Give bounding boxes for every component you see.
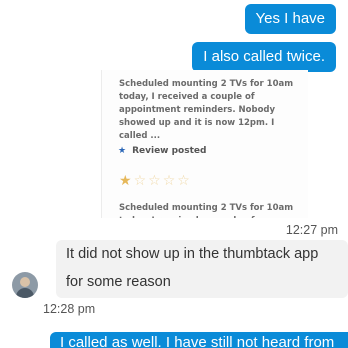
outgoing-message[interactable]: I also called twice. — [192, 42, 336, 72]
message-timestamp: 12:27 pm — [285, 223, 338, 237]
avatar-head — [20, 277, 30, 287]
avatar[interactable] — [12, 272, 38, 298]
message-timestamp: 12:28 pm — [43, 302, 96, 316]
incoming-message-text: It did not show up in the thumbtack app — [66, 246, 319, 262]
star-empty-icon: ☆ — [177, 173, 192, 189]
review-text: Scheduled mounting 2 TVs for 10am today,… — [119, 203, 294, 218]
review-text: Scheduled mounting 2 TVs for 10am today,… — [119, 79, 294, 141]
avatar-body — [16, 288, 34, 298]
outgoing-message[interactable]: I called as well. I have still not heard… — [50, 332, 348, 348]
review-posted-label: ★ Review posted — [118, 145, 206, 158]
star-empty-icon: ☆ — [162, 173, 178, 189]
star-icon: ★ — [118, 146, 127, 156]
star-empty-icon: ☆ — [148, 173, 163, 189]
star-empty-icon: ☆ — [133, 173, 149, 189]
outgoing-message[interactable]: Yes I have — [244, 4, 336, 34]
star-rating: ★☆☆☆☆ — [119, 173, 192, 189]
incoming-message-text: for some reason — [66, 274, 171, 290]
star-filled-icon: ★ — [119, 173, 134, 189]
review-posted-text: Review posted — [132, 146, 207, 156]
chat-thread: Yes I have I also called twice. Schedule… — [0, 0, 348, 348]
shared-screenshot-image[interactable]: Scheduled mounting 2 TVs for 10am today,… — [101, 70, 308, 218]
